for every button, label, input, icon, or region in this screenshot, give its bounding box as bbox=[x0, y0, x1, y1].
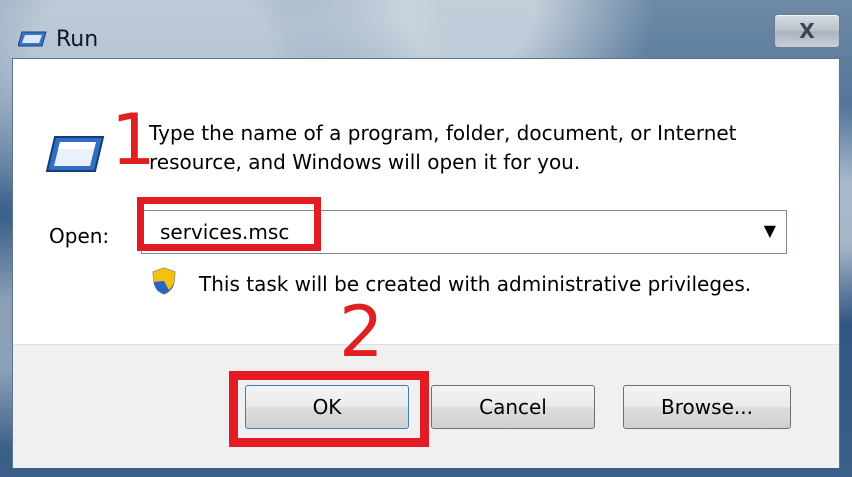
browse-button[interactable]: Browse... bbox=[623, 385, 791, 429]
close-button[interactable]: X bbox=[774, 14, 840, 48]
window-title: Run bbox=[56, 26, 99, 52]
open-label: Open: bbox=[49, 224, 110, 248]
uac-shield-icon bbox=[152, 267, 176, 295]
window-frame: Run X 1 Type the name of a program, fold… bbox=[0, 0, 852, 477]
run-title-icon bbox=[18, 31, 47, 47]
input-highlight-box bbox=[137, 197, 321, 251]
cancel-button[interactable]: Cancel bbox=[431, 385, 595, 429]
admin-privileges-note: This task will be created with administr… bbox=[199, 272, 752, 296]
dialog-description: Type the name of a program, folder, docu… bbox=[149, 121, 737, 174]
title-bar[interactable]: Run bbox=[18, 22, 98, 56]
chevron-down-icon[interactable]: ▼ bbox=[764, 221, 776, 240]
step-2-annotation: 2 bbox=[339, 291, 384, 373]
ok-highlight-box bbox=[229, 371, 429, 447]
dialog-body: 1 Type the name of a program, folder, do… bbox=[12, 58, 840, 468]
run-icon bbox=[45, 136, 105, 172]
